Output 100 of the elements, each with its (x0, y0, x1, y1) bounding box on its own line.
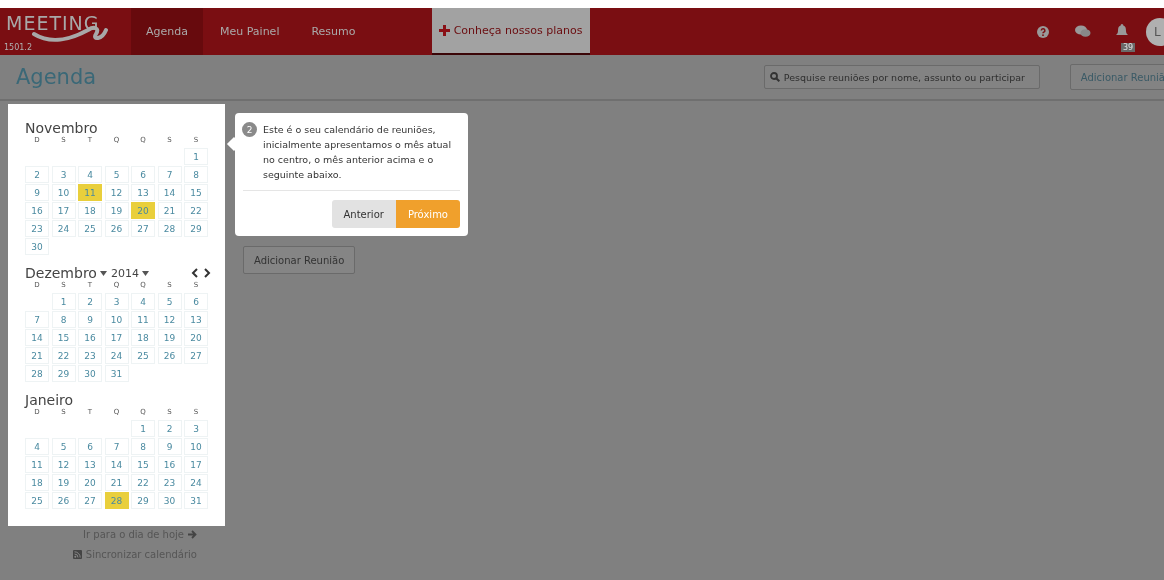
day-cell[interactable]: 21 (157, 202, 182, 219)
day-cell[interactable]: 29 (51, 365, 76, 382)
day-cell[interactable]: 30 (157, 492, 182, 509)
day-cell[interactable]: 9 (78, 311, 102, 328)
day-cell[interactable]: 13 (78, 456, 102, 473)
day-cell[interactable]: 14 (25, 329, 49, 346)
day-cell[interactable]: 29 (184, 220, 208, 237)
logo[interactable]: MEETING 1501.2 (0, 8, 130, 55)
nav-tab[interactable]: Resumo (296, 8, 371, 55)
day-cell[interactable]: 2 (78, 293, 102, 310)
day-cell[interactable]: 12 (104, 184, 129, 201)
chat-icon[interactable] (1075, 25, 1091, 38)
day-cell[interactable]: 20 (78, 474, 102, 491)
day-cell[interactable]: 4 (78, 166, 102, 183)
day-cell[interactable]: 20 (131, 202, 155, 219)
day-cell[interactable]: 23 (157, 474, 182, 491)
day-cell[interactable]: 23 (78, 347, 102, 364)
day-cell[interactable]: 12 (157, 311, 182, 328)
day-cell[interactable]: 12 (51, 456, 76, 473)
day-cell[interactable]: 17 (104, 329, 129, 346)
previous-button[interactable]: Anterior (331, 200, 396, 228)
day-cell[interactable]: 13 (131, 184, 155, 201)
day-cell[interactable]: 19 (51, 474, 76, 491)
day-cell[interactable]: 24 (184, 474, 208, 491)
day-cell[interactable]: 8 (51, 311, 76, 328)
nav-tab[interactable]: Meu Painel (205, 8, 295, 55)
day-cell[interactable]: 14 (157, 184, 182, 201)
day-cell[interactable]: 17 (51, 202, 76, 219)
day-cell[interactable]: 28 (25, 365, 49, 382)
day-cell[interactable]: 28 (157, 220, 182, 237)
day-cell[interactable]: 5 (51, 438, 76, 455)
day-cell[interactable]: 18 (78, 202, 102, 219)
day-cell[interactable]: 7 (104, 438, 129, 455)
next-button[interactable]: Próximo (395, 200, 460, 228)
day-cell[interactable]: 21 (104, 474, 129, 491)
day-cell[interactable]: 6 (184, 293, 208, 310)
day-cell[interactable]: 1 (184, 148, 208, 165)
day-cell[interactable]: 22 (131, 474, 155, 491)
day-cell[interactable]: 28 (104, 492, 129, 509)
day-cell[interactable]: 9 (25, 184, 49, 201)
day-cell[interactable]: 26 (51, 492, 76, 509)
day-cell[interactable]: 11 (131, 311, 155, 328)
day-cell[interactable]: 10 (51, 184, 76, 201)
day-cell[interactable]: 27 (78, 492, 102, 509)
year-dropdown[interactable]: 2014 (110, 266, 149, 280)
day-cell[interactable]: 10 (184, 438, 208, 455)
day-cell[interactable]: 21 (25, 347, 49, 364)
day-cell[interactable]: 31 (104, 365, 129, 382)
help-icon[interactable] (1037, 25, 1049, 38)
day-cell[interactable]: 14 (104, 456, 129, 473)
day-cell[interactable]: 20 (184, 329, 208, 346)
chevron-right-icon[interactable] (204, 268, 211, 278)
day-cell[interactable]: 16 (25, 202, 49, 219)
day-cell[interactable]: 7 (25, 311, 49, 328)
day-cell[interactable]: 27 (184, 347, 208, 364)
day-cell[interactable]: 6 (78, 438, 102, 455)
day-cell[interactable]: 1 (51, 293, 76, 310)
day-cell[interactable]: 24 (51, 220, 76, 237)
day-cell[interactable]: 2 (25, 166, 49, 183)
day-cell[interactable]: 16 (78, 329, 102, 346)
day-cell[interactable]: 19 (157, 329, 182, 346)
day-cell[interactable]: 4 (131, 293, 155, 310)
day-cell[interactable]: 11 (25, 456, 49, 473)
chevron-left-icon[interactable] (191, 268, 198, 278)
day-cell[interactable]: 4 (25, 438, 49, 455)
day-cell[interactable]: 25 (25, 492, 49, 509)
day-cell[interactable]: 2 (157, 420, 182, 437)
day-cell[interactable]: 18 (25, 474, 49, 491)
day-cell[interactable]: 29 (131, 492, 155, 509)
day-cell[interactable]: 18 (131, 329, 155, 346)
day-cell[interactable]: 6 (131, 166, 155, 183)
day-cell[interactable]: 3 (184, 420, 208, 437)
day-cell[interactable]: 25 (131, 347, 155, 364)
day-cell[interactable]: 15 (184, 184, 208, 201)
avatar[interactable]: L (1146, 17, 1164, 46)
day-cell[interactable]: 15 (51, 329, 76, 346)
day-cell[interactable]: 24 (104, 347, 129, 364)
day-cell[interactable]: 1 (131, 420, 155, 437)
day-cell[interactable]: 16 (157, 456, 182, 473)
day-cell[interactable]: 5 (104, 166, 129, 183)
day-cell[interactable]: 8 (131, 438, 155, 455)
day-cell[interactable]: 3 (51, 166, 76, 183)
search-field[interactable]: Pesquise reuniões por nome, assunto ou participar (763, 65, 1040, 89)
day-cell[interactable]: 27 (131, 220, 155, 237)
day-cell[interactable]: 22 (184, 202, 208, 219)
day-cell[interactable]: 25 (78, 220, 102, 237)
day-cell[interactable]: 13 (184, 311, 208, 328)
day-cell[interactable]: 8 (184, 166, 208, 183)
day-cell[interactable]: 30 (25, 238, 49, 255)
day-cell[interactable]: 10 (104, 311, 129, 328)
day-cell[interactable]: 7 (157, 166, 182, 183)
day-cell[interactable]: 26 (104, 220, 129, 237)
day-cell[interactable]: 26 (157, 347, 182, 364)
day-cell[interactable]: 5 (157, 293, 182, 310)
nav-tab[interactable]: Agenda (131, 8, 203, 55)
day-cell[interactable]: 22 (51, 347, 76, 364)
day-cell[interactable]: 23 (25, 220, 49, 237)
day-cell[interactable]: 30 (78, 365, 102, 382)
day-cell[interactable]: 3 (104, 293, 129, 310)
day-cell[interactable]: 17 (184, 456, 208, 473)
